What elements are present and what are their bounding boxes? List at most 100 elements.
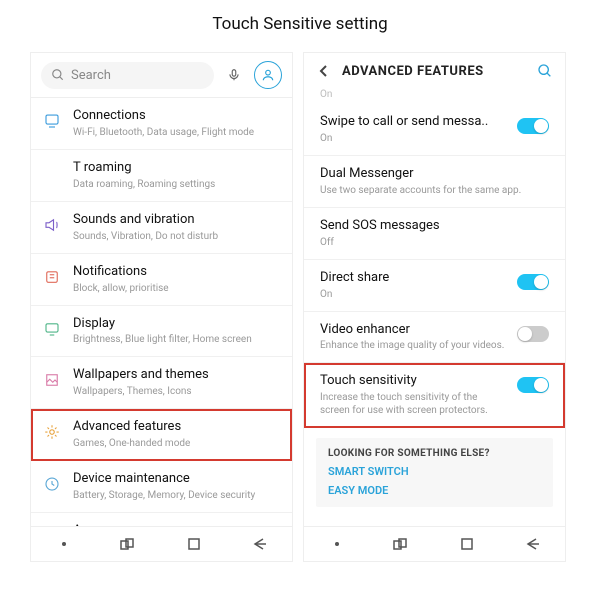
feature-title: Swipe to call or send messa.. — [320, 114, 509, 131]
settings-item-subtitle: Data roaming, Roaming settings — [73, 178, 280, 191]
settings-item-title: Display — [73, 316, 280, 333]
feature-item-swipe-to-call-or-send-messa[interactable]: Swipe to call or send messa..On — [304, 104, 565, 156]
settings-item-title: Device maintenance — [73, 471, 280, 488]
settings-item-advanced-features[interactable]: Advanced featuresGames, One-handed mode — [31, 409, 292, 461]
settings-item-text: Device maintenanceBattery, Storage, Memo… — [73, 471, 280, 502]
home-icon[interactable] — [455, 535, 479, 553]
settings-item-subtitle: Battery, Storage, Memory, Device securit… — [73, 489, 280, 502]
feature-item-touch-sensitivity[interactable]: Touch sensitivityIncrease the touch sens… — [304, 363, 565, 428]
phones-container: Search ConnectionsWi-Fi, Bluetooth, Data… — [0, 52, 600, 562]
settings-item-title: T roaming — [73, 160, 280, 177]
feature-subtitle: Use two separate accounts for the same a… — [320, 184, 549, 197]
right-header-title: ADVANCED FEATURES — [342, 64, 527, 79]
settings-item-notifications[interactable]: NotificationsBlock, allow, prioritise — [31, 254, 292, 306]
nav-dot-icon[interactable] — [325, 535, 349, 553]
feature-text: Send SOS messagesOff — [320, 218, 549, 249]
feature-title: Dual Messenger — [320, 166, 549, 183]
settings-item-title: Wallpapers and themes — [73, 367, 280, 384]
feature-title: Direct share — [320, 270, 509, 287]
toggle-switch[interactable] — [517, 274, 549, 290]
feature-text: Dual MessengerUse two separate accounts … — [320, 166, 549, 197]
settings-item-title: Advanced features — [73, 419, 280, 436]
notifications-icon — [41, 266, 63, 288]
maintenance-icon — [41, 473, 63, 495]
feature-title: Send SOS messages — [320, 218, 549, 235]
settings-item-subtitle: Brightness, Blue light filter, Home scre… — [73, 333, 280, 346]
recents-icon[interactable] — [390, 535, 414, 553]
feature-subtitle: On — [320, 288, 509, 301]
settings-item-sounds-and-vibration[interactable]: Sounds and vibrationSounds, Vibration, D… — [31, 202, 292, 254]
settings-item-device-maintenance[interactable]: Device maintenanceBattery, Storage, Memo… — [31, 461, 292, 513]
feature-text: Swipe to call or send messa..On — [320, 114, 509, 145]
settings-item-connections[interactable]: ConnectionsWi-Fi, Bluetooth, Data usage,… — [31, 98, 292, 150]
feature-subtitle: Enhance the image quality of your videos… — [320, 339, 509, 352]
back-chevron-icon[interactable] — [314, 61, 334, 81]
recents-icon[interactable] — [117, 535, 141, 553]
toggle-switch[interactable] — [517, 377, 549, 393]
settings-item-text: T roamingData roaming, Roaming settings — [73, 160, 280, 191]
advanced-icon — [41, 421, 63, 443]
search-icon[interactable] — [535, 61, 555, 81]
looking-title: LOOKING FOR SOMETHING ELSE? — [328, 448, 541, 459]
settings-item-text: NotificationsBlock, allow, prioritise — [73, 264, 280, 295]
settings-item-title: Notifications — [73, 264, 280, 281]
search-input[interactable]: Search — [41, 62, 214, 89]
no-icon — [41, 162, 63, 184]
settings-item-text: Advanced featuresGames, One-handed mode — [73, 419, 280, 450]
settings-item-wallpapers-and-themes[interactable]: Wallpapers and themesWallpapers, Themes,… — [31, 357, 292, 409]
settings-item-title: Connections — [73, 108, 280, 125]
feature-text: Direct shareOn — [320, 270, 509, 301]
toggle-switch[interactable] — [517, 118, 549, 134]
connections-icon — [41, 110, 63, 132]
feature-item-direct-share[interactable]: Direct shareOn — [304, 260, 565, 312]
feature-text: Touch sensitivityIncrease the touch sens… — [320, 373, 509, 417]
settings-item-title: Sounds and vibration — [73, 212, 280, 229]
settings-item-subtitle: Sounds, Vibration, Do not disturb — [73, 230, 280, 243]
left-navbar — [31, 526, 292, 561]
home-icon[interactable] — [182, 535, 206, 553]
looking-link[interactable]: SMART SWITCH — [328, 465, 541, 478]
right-header: ADVANCED FEATURES — [304, 53, 565, 89]
feature-title: Video enhancer — [320, 322, 509, 339]
feature-subtitle: Off — [320, 236, 549, 249]
search-icon — [51, 68, 65, 82]
feature-subtitle: On — [320, 132, 509, 145]
toggle-switch[interactable] — [517, 326, 549, 342]
feature-subtitle: Increase the touch sensitivity of the sc… — [320, 391, 509, 417]
settings-item-t-roaming[interactable]: T roamingData roaming, Roaming settings — [31, 150, 292, 202]
looking-link[interactable]: EASY MODE — [328, 484, 541, 497]
display-icon — [41, 318, 63, 340]
settings-item-display[interactable]: DisplayBrightness, Blue light filter, Ho… — [31, 306, 292, 358]
search-bar: Search — [31, 53, 292, 98]
feature-text: Video enhancerEnhance the image quality … — [320, 322, 509, 353]
prev-item-fragment: On — [304, 89, 565, 104]
search-placeholder: Search — [71, 68, 111, 83]
settings-item-text: Wallpapers and themesWallpapers, Themes,… — [73, 367, 280, 398]
back-icon[interactable] — [247, 535, 271, 553]
settings-item-subtitle: Wallpapers, Themes, Icons — [73, 385, 280, 398]
settings-item-subtitle: Block, allow, prioritise — [73, 282, 280, 295]
settings-item-subtitle: Games, One-handed mode — [73, 437, 280, 450]
feature-item-send-sos-messages[interactable]: Send SOS messagesOff — [304, 208, 565, 260]
right-navbar — [304, 526, 565, 561]
left-phone: Search ConnectionsWi-Fi, Bluetooth, Data… — [30, 52, 293, 562]
right-phone: ADVANCED FEATURES On Swipe to call or se… — [303, 52, 566, 562]
settings-item-text: ConnectionsWi-Fi, Bluetooth, Data usage,… — [73, 108, 280, 139]
profile-icon[interactable] — [254, 61, 282, 89]
settings-list: ConnectionsWi-Fi, Bluetooth, Data usage,… — [31, 98, 292, 526]
sound-icon — [41, 214, 63, 236]
settings-item-text: Sounds and vibrationSounds, Vibration, D… — [73, 212, 280, 243]
mic-icon[interactable] — [220, 61, 248, 89]
nav-dot-icon[interactable] — [52, 535, 76, 553]
looking-card: LOOKING FOR SOMETHING ELSE? SMART SWITCH E… — [316, 438, 553, 507]
page-title: Touch Sensitive setting — [0, 0, 600, 52]
settings-item-apps[interactable]: AppsDefault apps, App permissions — [31, 513, 292, 526]
back-icon[interactable] — [520, 535, 544, 553]
settings-item-subtitle: Wi-Fi, Bluetooth, Data usage, Flight mod… — [73, 126, 280, 139]
features-list: Swipe to call or send messa..OnDual Mess… — [304, 104, 565, 526]
feature-item-video-enhancer[interactable]: Video enhancerEnhance the image quality … — [304, 312, 565, 364]
wallpaper-icon — [41, 369, 63, 391]
feature-item-dual-messenger[interactable]: Dual MessengerUse two separate accounts … — [304, 156, 565, 208]
feature-title: Touch sensitivity — [320, 373, 509, 390]
settings-item-text: DisplayBrightness, Blue light filter, Ho… — [73, 316, 280, 347]
